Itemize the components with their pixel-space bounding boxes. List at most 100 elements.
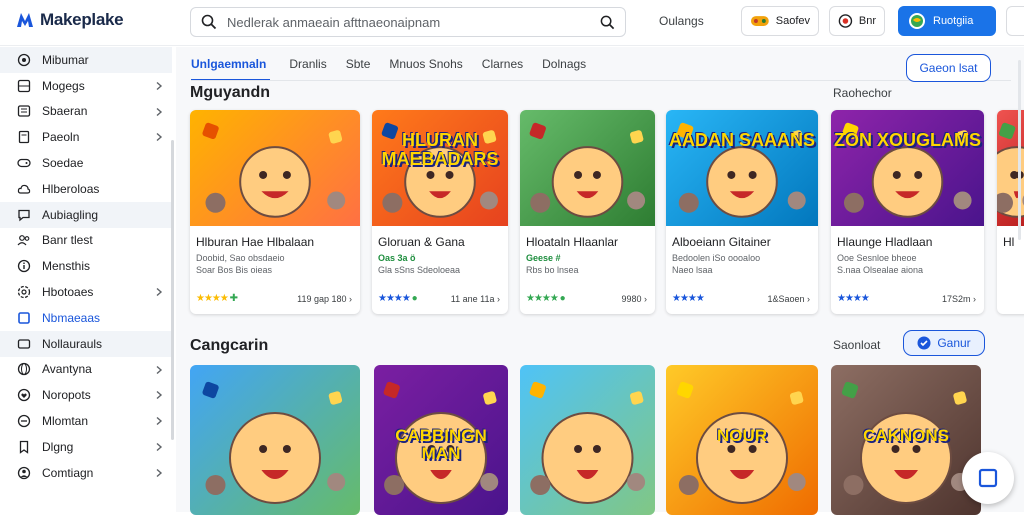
overflow-button[interactable] [1006, 6, 1024, 36]
target-icon [838, 14, 853, 28]
rating-stars: ★★★★ [672, 293, 705, 304]
section2-button[interactable]: Ganur [903, 330, 985, 356]
game-art-title: AADAN SAAANS [668, 129, 815, 150]
chevron-right-icon [155, 106, 163, 120]
sidebar-item[interactable]: Paeoln [0, 124, 172, 150]
game-card[interactable]: Hlburan Hae Hlbalaan Doobid, Sao obsdaeio… [190, 110, 360, 314]
game-subtitle: Ooe Sesnloe bheoe [837, 253, 917, 263]
sidebar-item[interactable]: Comtiagn [0, 460, 172, 486]
sidebar-item[interactable]: Nbmaeaas [0, 305, 172, 331]
game-card[interactable]: AADAN SAAANS Alboeiann Gitainer Bedoolen i… [666, 110, 818, 314]
section2-side-label: Saonloat [833, 338, 881, 352]
rating-stars: ★★★★ ● [526, 293, 566, 304]
sidebar: Mibumar Mogegs Sbaeran Paeoln Soedae Hlberolo… [0, 47, 172, 512]
chevron-right-icon [155, 80, 163, 94]
rating-stars: ★★★★ ✚ [196, 293, 238, 304]
section-side-link[interactable]: Raohechor [833, 86, 892, 100]
chevron-right-icon [155, 364, 163, 378]
game-meta-line [997, 253, 1024, 255]
game-thumbnail [190, 110, 360, 226]
sidebar-item[interactable]: Aubiagling [0, 201, 172, 228]
sidebar-item[interactable]: Hbotoaes [0, 279, 172, 305]
main-content: Unlgaemnaln Dranlis Sbte Mnuos Snohs Clarnes… [176, 47, 1024, 515]
info-icon [17, 259, 31, 273]
game-card-footer: ★★★★ 17S2m › [837, 293, 976, 304]
sidebar-item[interactable]: Noropots [0, 382, 172, 408]
sidebar-item[interactable]: Mogegs [0, 73, 172, 99]
top-primary-button[interactable]: Ruotgiia [898, 6, 996, 36]
game-card[interactable]: ZON XOUGLAMS Hlaunge Hladlaan Ooe Sesnloe … [831, 110, 984, 314]
section-title-categories: Cangcarin [190, 337, 269, 354]
top-link[interactable]: Oulangs [659, 14, 704, 28]
app-logo[interactable]: Makeplake [14, 9, 124, 31]
sidebar-item-label: Mibumar [42, 52, 89, 67]
search-input[interactable] [227, 14, 600, 30]
game-thumbnail: HLURAN MAEBADARS [372, 110, 508, 226]
top-button-1[interactable]: Saofev [741, 6, 819, 36]
sidebar-item[interactable]: Hlberoloas [0, 176, 172, 202]
game-meta-line: S.naa Olsealae aiona [837, 265, 924, 275]
sidebar-item[interactable]: Avantyna [0, 357, 172, 383]
tab[interactable]: Dranlis [289, 57, 326, 81]
tab-divider [191, 80, 1011, 81]
logo-icon [17, 13, 33, 27]
tab[interactable]: Mnuos Snohs [389, 57, 462, 81]
category-art-title: CAKNONS [863, 426, 949, 445]
game-meta-line: Rbs bo lnsea [526, 265, 579, 275]
square-icon [17, 311, 31, 325]
search-submit-icon[interactable] [600, 15, 615, 30]
globe-icon [17, 362, 31, 376]
sidebar-item[interactable]: Mibumar [0, 47, 172, 73]
sidebar-item[interactable]: Banr tlest [0, 228, 172, 254]
game-card[interactable]: HLURAN MAEBADARS Gloruan & Gana Oas 3a ö Gl… [372, 110, 508, 314]
sidebar-item-label: Aubiagling [42, 207, 99, 222]
sidebar-item-label: Dlgng [42, 439, 74, 454]
search-bar[interactable] [190, 7, 626, 37]
sidebar-item-label: Hlberoloas [42, 181, 100, 196]
sidebar-item-label: Paeoln [42, 130, 80, 145]
category-card[interactable]: CABBINGN MAN [374, 365, 508, 515]
list-icon [17, 104, 31, 118]
tab[interactable]: Dolnags [542, 57, 586, 81]
sidebar-item[interactable]: Mlomtan [0, 408, 172, 434]
sidebar-item-label: Mogegs [42, 78, 85, 93]
sidebar-item[interactable]: Dlgng [0, 434, 172, 460]
home-icon [17, 53, 31, 67]
grid-icon [17, 79, 31, 93]
category-card[interactable] [520, 365, 655, 515]
gamepad-icon [750, 16, 769, 26]
game-card-footer: ★★★★ 1&Saoen › [672, 293, 810, 304]
sidebar-item[interactable]: Soedae [0, 150, 172, 176]
tab[interactable]: Unlgaemnaln [191, 57, 271, 81]
chevron-right-icon [155, 415, 163, 429]
header-action-button[interactable]: Gaeon lsat [906, 54, 991, 82]
heart-icon [17, 388, 31, 402]
top-bar: Makeplake Oulangs Saofev Bnr [0, 0, 1024, 46]
category-card[interactable]: CAKNONS [831, 365, 981, 515]
main-scrollbar[interactable] [1018, 60, 1021, 240]
sidebar-item-label: Nollaurauls [42, 336, 103, 351]
tab[interactable]: Sbte [346, 57, 371, 81]
settings-icon [17, 285, 31, 299]
sidebar-item-label: Nbmaeaas [42, 310, 101, 325]
game-card-footer: ★★★★ ✚ 119 gap 180 › [196, 293, 352, 304]
search-icon [201, 14, 217, 30]
floating-action-button[interactable] [962, 452, 1014, 504]
game-stats: 119 gap 180 › [297, 293, 352, 304]
gamepad-icon [17, 156, 31, 170]
category-card[interactable]: NOUR [666, 365, 818, 515]
category-card[interactable] [190, 365, 360, 515]
folder-icon [17, 414, 31, 428]
top-button-2[interactable]: Bnr [829, 6, 885, 36]
document-icon [17, 130, 31, 144]
tab[interactable]: Clarnes [482, 57, 523, 81]
sidebar-scrollbar[interactable] [171, 140, 174, 440]
game-meta-line: Naeo lsaa [672, 265, 713, 275]
game-card[interactable]: Hloataln Hlaanlar Geese # Rbs bo lnsea ★★★★… [520, 110, 655, 314]
sidebar-item[interactable]: Mensthis [0, 253, 172, 279]
user-icon [17, 466, 31, 480]
sidebar-item[interactable]: Sbaeran [0, 99, 172, 125]
sidebar-item-label: Soedae [42, 156, 84, 171]
game-card-footer: ★★★★ ● 11 ane 11a › [378, 293, 500, 304]
sidebar-item[interactable]: Nollaurauls [0, 330, 172, 357]
